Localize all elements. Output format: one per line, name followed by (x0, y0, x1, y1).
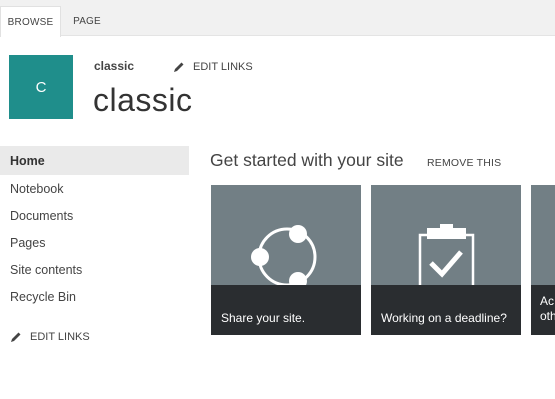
edit-links-top-button[interactable]: EDIT LINKS (173, 61, 253, 73)
tile-caption-line: Ac (540, 294, 555, 308)
quick-launch: Home Notebook Documents Pages Site conte… (0, 146, 189, 310)
breadcrumb[interactable]: classic (94, 59, 134, 73)
nav-item-documents[interactable]: Documents (0, 202, 189, 229)
get-started-title: Get started with your site (210, 150, 404, 170)
page-title: classic (93, 82, 193, 118)
nav-item-notebook[interactable]: Notebook (0, 175, 189, 202)
tab-browse[interactable]: BROWSE (0, 6, 61, 37)
site-logo[interactable]: C (9, 55, 73, 119)
nav-item-site-contents[interactable]: Site contents (0, 256, 189, 283)
remove-this-link[interactable]: REMOVE THIS (427, 157, 501, 169)
tile-caption: Ac oth (531, 285, 555, 335)
edit-links-side-label: EDIT LINKS (30, 331, 90, 343)
pencil-icon (174, 62, 184, 72)
edit-links-side-button[interactable]: EDIT LINKS (10, 331, 90, 343)
tile-working-on-deadline[interactable]: Working on a deadline? (371, 185, 521, 335)
tile-caption: Share your site. (211, 285, 361, 335)
site-logo-letter: C (35, 78, 47, 96)
nav-item-recycle-bin[interactable]: Recycle Bin (0, 283, 189, 310)
tile-caption: Working on a deadline? (371, 285, 521, 335)
tab-page[interactable]: PAGE (62, 6, 112, 36)
ribbon: BROWSE PAGE (0, 0, 555, 37)
nav-item-home[interactable]: Home (0, 146, 189, 175)
tile-caption-line: oth (540, 309, 555, 323)
nav-item-pages[interactable]: Pages (0, 229, 189, 256)
edit-links-top-label: EDIT LINKS (193, 61, 253, 73)
tile-partial[interactable]: Ac oth (531, 185, 555, 335)
tile-share-site[interactable]: Share your site. (211, 185, 361, 335)
pencil-icon (11, 332, 21, 342)
